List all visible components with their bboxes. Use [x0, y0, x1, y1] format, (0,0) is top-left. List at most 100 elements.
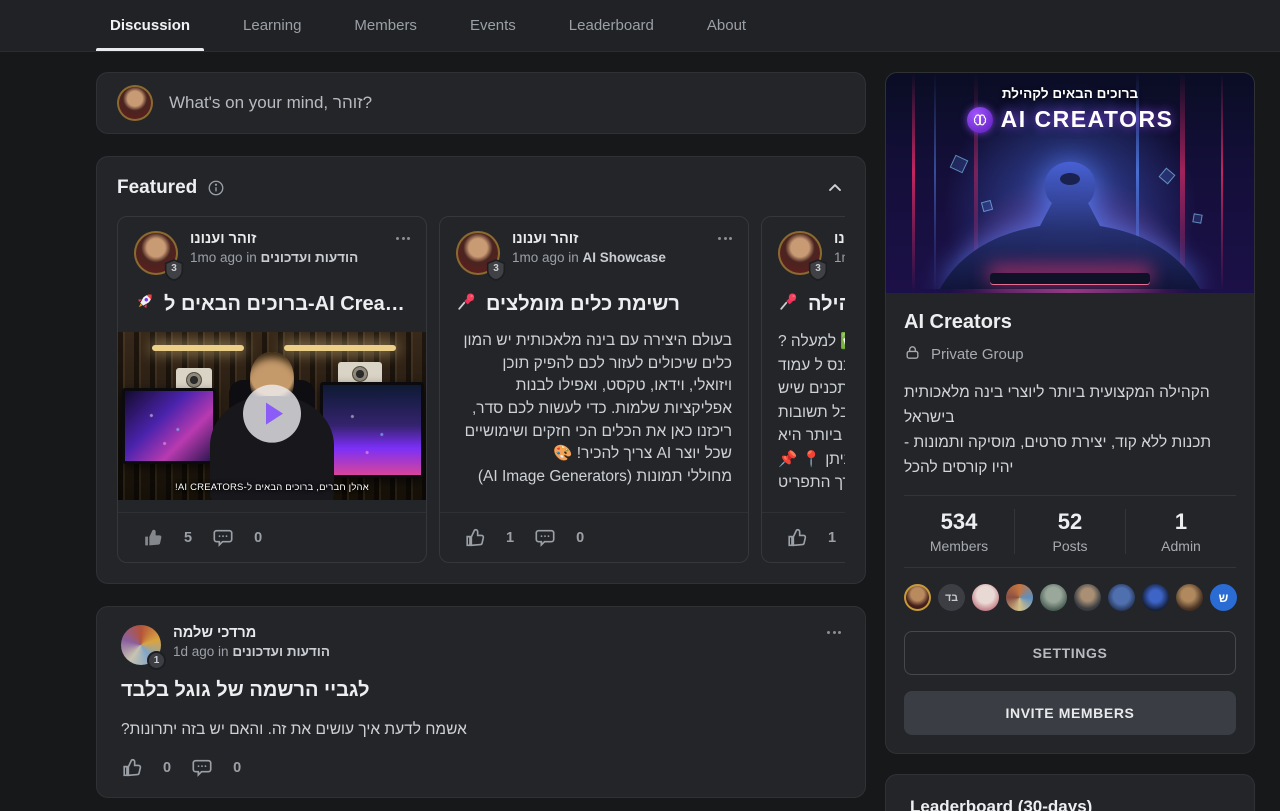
post-title[interactable]: ברוכים הבאים ל-AI Creators	[134, 290, 410, 318]
space-link[interactable]: הודעות ועדכונים	[261, 250, 359, 265]
like-icon[interactable]	[786, 527, 808, 549]
like-icon[interactable]	[464, 527, 486, 549]
post-body: אשמח לדעת איך עושים את זה. והאם יש בזה י…	[121, 718, 841, 741]
post-meta: 1mo ago in הודעות ועדכונים	[190, 250, 384, 265]
stat-admin[interactable]: 1 Admin	[1125, 509, 1236, 554]
comment-icon[interactable]	[212, 527, 234, 549]
tab-events[interactable]: Events	[456, 0, 530, 51]
group-description: הקהילה המקצועית ביותר ליוצרי בינה מלאכות…	[904, 380, 1236, 480]
level-badge: 3	[164, 259, 184, 281]
leaderboard-title: Leaderboard (30-days)	[910, 797, 1230, 811]
chevron-up-icon[interactable]	[825, 178, 845, 198]
stat-members[interactable]: 534 Members	[904, 509, 1014, 554]
author-name[interactable]: זוהר וענונו	[190, 231, 384, 247]
featured-card-welcome[interactable]: 3 זוהר וענונו 1mo ago in הודעות ועדכונים	[117, 216, 427, 563]
level-badge: 3	[486, 259, 506, 281]
author-avatar[interactable]: 3	[456, 231, 500, 275]
featured-card-community-guide[interactable]: 3 זוהר וענונו 1mo ago in קהילה	[761, 216, 845, 563]
author-avatar[interactable]: 3	[778, 231, 822, 275]
settings-button[interactable]: SETTINGS	[904, 631, 1236, 675]
tab-leaderboard[interactable]: Leaderboard	[555, 0, 668, 51]
like-count: 0	[163, 760, 171, 776]
member-avatar[interactable]	[1176, 584, 1203, 611]
privacy-label: Private Group	[931, 346, 1024, 363]
post-title[interactable]: רשימת כלים מומלצים	[456, 290, 732, 318]
author-name[interactable]: זוהר וענונו	[512, 231, 706, 247]
featured-card-tools[interactable]: 3 זוהר וענונו 1mo ago in AI Showcase	[439, 216, 749, 563]
group-cover-image: ברוכים הבאים לקהילת AI CREATORS	[886, 73, 1254, 293]
more-options-icon[interactable]	[396, 231, 410, 275]
brain-icon	[967, 107, 993, 133]
community-nav: Discussion Learning Members Events Leade…	[96, 0, 760, 51]
rocket-icon	[134, 290, 156, 318]
lock-icon	[904, 344, 921, 365]
comment-count: 0	[254, 530, 262, 546]
like-icon[interactable]	[121, 757, 143, 779]
post-body: ✅ למעלה ? היכנס ל עמוד התכנים שיש קבל תש…	[778, 330, 845, 495]
like-count: 5	[184, 530, 192, 546]
member-avatar[interactable]	[1040, 584, 1067, 611]
tab-discussion[interactable]: Discussion	[96, 0, 204, 51]
cover-welcome-text: ברוכים הבאים לקהילת	[886, 86, 1254, 101]
cover-brand-text: AI CREATORS	[886, 106, 1254, 133]
like-icon[interactable]	[142, 527, 164, 549]
member-avatar[interactable]	[972, 584, 999, 611]
studio-monitor-right	[320, 382, 424, 478]
feed-post[interactable]: 1 מרדכי שלמה 1d ago in הודעות ועדכונים ל…	[96, 606, 866, 798]
invite-members-button[interactable]: INVITE MEMBERS	[904, 691, 1236, 735]
space-link[interactable]: AI Showcase	[583, 250, 666, 265]
glowing-keyboard	[990, 273, 1150, 285]
author-name[interactable]: מרדכי שלמה	[173, 625, 815, 641]
more-options-icon[interactable]	[718, 231, 732, 275]
member-avatar[interactable]	[1108, 584, 1135, 611]
tab-learning[interactable]: Learning	[229, 0, 315, 51]
group-stats: 534 Members 52 Posts 1 Admin	[904, 495, 1236, 568]
comment-count: 0	[233, 760, 241, 776]
comment-icon[interactable]	[191, 757, 213, 779]
member-avatar[interactable]	[1074, 584, 1101, 611]
video-caption: אהלן חברים, ברוכים הבאים ל-AI CREATORS!	[118, 482, 426, 493]
post-title[interactable]: לגביי הרשמה של גוגל בלבד	[121, 679, 841, 702]
author-avatar[interactable]: 1	[121, 625, 161, 665]
composer-placeholder: What's on your mind, זוהר?	[169, 93, 372, 113]
author-avatar[interactable]: 3	[134, 231, 178, 275]
post-meta: 1d ago in הודעות ועדכונים	[173, 644, 815, 659]
like-count: 1	[828, 530, 836, 546]
top-nav-bar: Discussion Learning Members Events Leade…	[0, 0, 1280, 52]
video-thumbnail[interactable]: אהלן חברים, ברוכים הבאים ל-AI CREATORS!	[118, 332, 426, 500]
post-body: בעולם היצירה עם בינה מלאכותית יש המון כל…	[456, 330, 732, 488]
featured-section: Featured 3	[96, 156, 866, 584]
group-name: AI Creators	[904, 311, 1236, 334]
post-meta: 1mo ago in	[834, 250, 845, 265]
level-badge: 1	[147, 651, 166, 670]
post-meta: 1mo ago in AI Showcase	[512, 250, 706, 265]
space-link[interactable]: הודעות ועדכונים	[232, 644, 330, 659]
comment-count: 0	[576, 530, 584, 546]
like-count: 1	[506, 530, 514, 546]
post-title[interactable]: קהילה	[778, 290, 845, 318]
cyber-figure-illustration	[910, 139, 1230, 289]
play-icon[interactable]	[243, 385, 301, 443]
current-user-avatar	[117, 85, 153, 121]
pushpin-icon	[456, 290, 478, 318]
more-options-icon[interactable]	[827, 625, 841, 665]
comment-icon[interactable]	[534, 527, 556, 549]
member-avatar[interactable]: ש	[1210, 584, 1237, 611]
member-avatar[interactable]	[1006, 584, 1033, 611]
post-composer-trigger[interactable]: What's on your mind, זוהר?	[96, 72, 866, 134]
stat-posts[interactable]: 52 Posts	[1014, 509, 1125, 554]
member-avatars-row[interactable]: בד ש	[904, 584, 1236, 611]
member-avatar[interactable]	[1142, 584, 1169, 611]
author-name[interactable]: זוהר וענונו	[834, 231, 845, 247]
info-icon[interactable]	[207, 179, 225, 197]
studio-monitor-left	[122, 388, 216, 464]
group-info-card: ברוכים הבאים לקהילת AI CREATORS AI Creat…	[885, 72, 1255, 754]
tab-about[interactable]: About	[693, 0, 760, 51]
featured-title: Featured	[117, 177, 197, 199]
featured-cards-row[interactable]: 3 זוהר וענונו 1mo ago in הודעות ועדכונים	[117, 216, 845, 563]
leaderboard-card: Leaderboard (30-days)	[885, 774, 1255, 811]
member-avatar[interactable]	[904, 584, 931, 611]
member-avatar[interactable]: בד	[938, 584, 965, 611]
level-badge: 3	[808, 259, 828, 281]
tab-members[interactable]: Members	[340, 0, 431, 51]
